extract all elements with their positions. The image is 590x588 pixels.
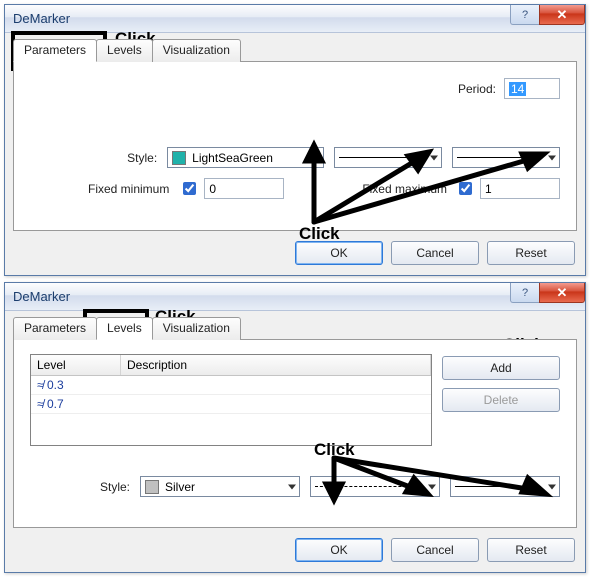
window-title: DeMarker [13,289,70,304]
style-color-combo[interactable]: LightSeaGreen [167,147,324,168]
cancel-button[interactable]: Cancel [391,538,479,562]
level-line-icon: ≉ [37,397,44,411]
ok-button[interactable]: OK [295,538,383,562]
levels-panel: Level Description ≉ 0.3 ≉ 0.7 Add Delete [13,339,577,528]
titlebar[interactable]: DeMarker ? ✕ [5,5,585,33]
ok-button[interactable]: OK [295,241,383,265]
style-label: Style: [30,480,140,494]
chevron-down-icon [428,484,436,489]
reset-button[interactable]: Reset [487,538,575,562]
chevron-down-icon [430,155,438,160]
chevron-down-icon [548,155,556,160]
fixed-min-checkbox[interactable] [183,182,196,195]
color-name: Silver [165,480,195,494]
color-swatch [172,151,186,165]
tab-visualization[interactable]: Visualization [152,39,241,62]
tab-levels[interactable]: Levels [96,39,153,62]
fixed-min-input[interactable] [204,178,284,199]
level-desc [121,395,431,413]
delete-level-button: Delete [442,388,560,412]
fixed-max-input[interactable] [480,178,560,199]
style-line-width-combo[interactable] [450,476,560,497]
cancel-button[interactable]: Cancel [391,241,479,265]
help-button[interactable]: ? [510,283,540,303]
help-icon: ? [522,9,528,21]
reset-button[interactable]: Reset [487,241,575,265]
line-solid-preview [339,157,423,158]
tab-levels[interactable]: Levels [96,317,153,340]
color-swatch [145,480,159,494]
line-width-preview [455,486,541,487]
close-icon: ✕ [557,7,568,23]
fixed-max-checkbox[interactable] [459,182,472,195]
close-button[interactable]: ✕ [539,5,585,25]
table-row[interactable]: ≉ 0.3 [31,376,431,395]
tab-visualization[interactable]: Visualization [152,317,241,340]
demarker-dialog-parameters: DeMarker ? ✕ Parameters Levels Visualiza… [4,4,586,276]
fixed-min-label: Fixed minimum [88,182,179,196]
add-level-button[interactable]: Add [442,356,560,380]
color-name: LightSeaGreen [192,151,273,165]
style-line-type-combo[interactable] [310,476,440,497]
table-row[interactable]: ≉ 0.7 [31,395,431,414]
chevron-down-icon [548,484,556,489]
levels-header-desc[interactable]: Description [121,355,431,375]
tab-parameters[interactable]: Parameters [13,317,97,340]
period-label: Period: [458,82,504,96]
level-value: 0.3 [47,378,64,392]
demarker-dialog-levels: DeMarker ? ✕ Parameters Levels Visualiza… [4,282,586,573]
period-input[interactable]: 14 [504,78,560,99]
parameters-panel: Period: 14 Style: LightSeaGreen [13,61,577,231]
style-color-combo[interactable]: Silver [140,476,300,497]
levels-header-level[interactable]: Level [31,355,121,375]
close-button[interactable]: ✕ [539,283,585,303]
help-button[interactable]: ? [510,5,540,25]
tab-parameters[interactable]: Parameters [13,39,97,62]
style-label: Style: [30,151,167,165]
help-icon: ? [522,287,528,299]
line-width-preview [457,157,541,158]
chevron-down-icon [288,484,296,489]
close-icon: ✕ [557,285,568,301]
level-desc [121,376,431,394]
line-dash-preview [315,486,421,487]
level-line-icon: ≉ [37,378,44,392]
chevron-down-icon [312,155,320,160]
titlebar[interactable]: DeMarker ? ✕ [5,283,585,311]
level-value: 0.7 [47,397,64,411]
style-line-type-combo[interactable] [334,147,442,168]
fixed-max-label: Fixed maximum [362,182,455,196]
window-title: DeMarker [13,11,70,26]
style-line-width-combo[interactable] [452,147,560,168]
period-value: 14 [509,82,526,96]
levels-table[interactable]: Level Description ≉ 0.3 ≉ 0.7 [30,354,432,446]
